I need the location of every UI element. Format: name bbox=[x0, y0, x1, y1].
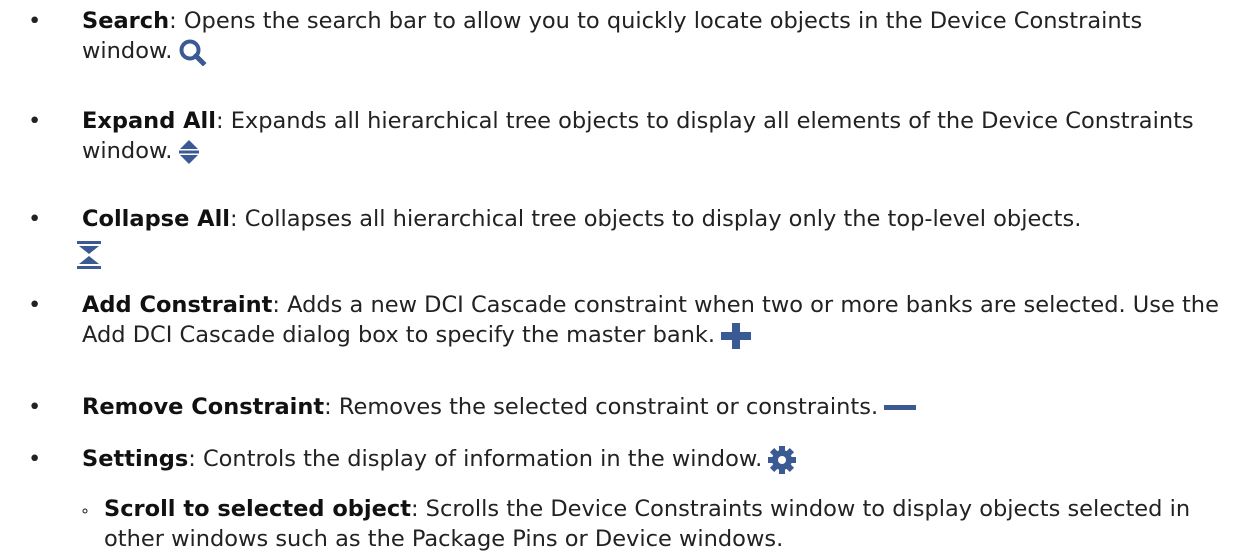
item-term: Settings bbox=[82, 446, 189, 472]
search-icon bbox=[178, 38, 208, 66]
collapse-all-icon bbox=[74, 240, 104, 270]
bullet: • bbox=[28, 446, 42, 472]
item-description: : Removes the selected constraint or con… bbox=[324, 394, 879, 420]
item-term: Remove Constraint bbox=[82, 394, 325, 420]
bullet: • bbox=[28, 206, 42, 232]
item-term: Scroll to selected object bbox=[104, 496, 411, 522]
bullet: • bbox=[28, 292, 42, 318]
item-text: Scroll to selected object: Scrolls the D… bbox=[104, 494, 1228, 554]
item-description: : Controls the display of information in… bbox=[188, 446, 763, 472]
item-text: Expand All: Expands all hierarchical tre… bbox=[82, 106, 1228, 166]
item-description: : Collapses all hierarchical tree object… bbox=[230, 206, 1082, 232]
item-text: Settings: Controls the display of inform… bbox=[82, 444, 1228, 474]
item-term: Expand All bbox=[82, 108, 216, 134]
item-text: Remove Constraint: Removes the selected … bbox=[82, 392, 1228, 422]
item-text: Search: Opens the search bar to allow yo… bbox=[82, 6, 1228, 66]
item-term: Add Constraint bbox=[82, 292, 273, 318]
item-description: : Expands all hierarchical tree objects … bbox=[82, 108, 1194, 164]
item-term: Collapse All bbox=[82, 206, 231, 232]
bullet: • bbox=[28, 394, 42, 420]
item-term: Search bbox=[82, 8, 170, 34]
plus-icon bbox=[721, 322, 752, 349]
bullet: • bbox=[28, 108, 42, 134]
item-description: : Opens the search bar to allow you to q… bbox=[82, 8, 1143, 64]
expand-all-icon bbox=[178, 139, 200, 165]
bullet: • bbox=[28, 8, 42, 34]
item-text: Add Constraint: Adds a new DCI Cascade c… bbox=[82, 290, 1228, 350]
item-text: Collapse All: Collapses all hierarchical… bbox=[82, 204, 1228, 234]
minus-icon bbox=[884, 403, 917, 413]
sub-bullet: ∘ bbox=[80, 501, 91, 520]
gear-icon bbox=[768, 445, 797, 474]
